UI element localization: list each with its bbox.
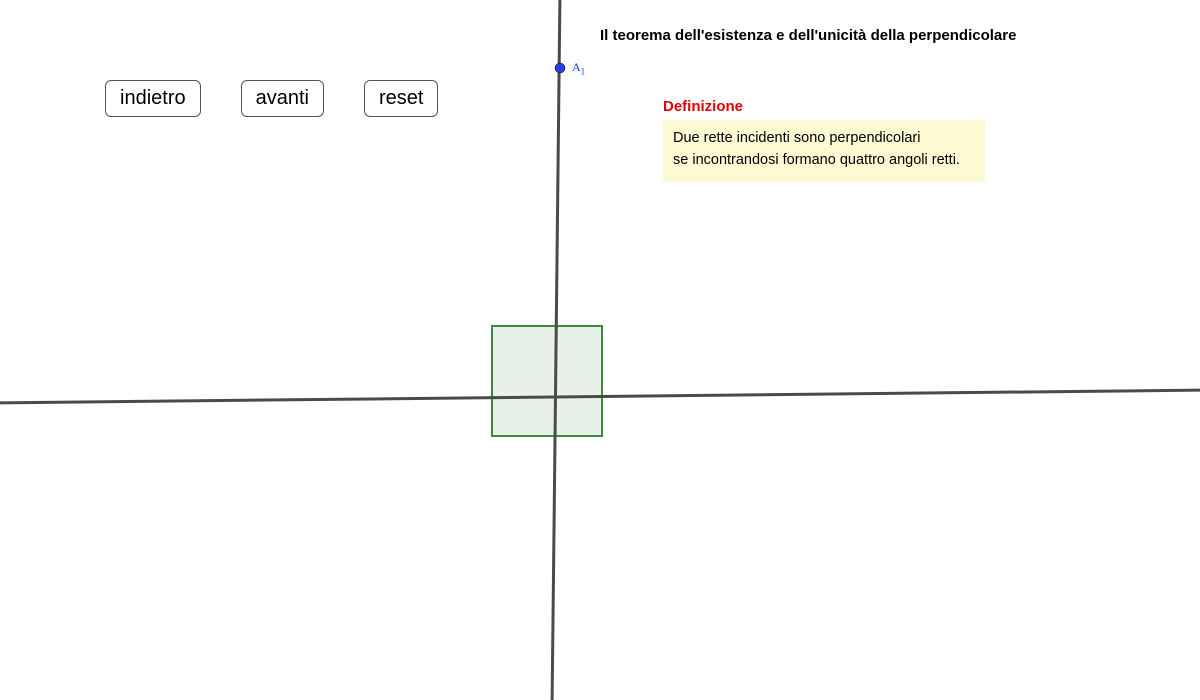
controls-toolbar: indietro avanti reset [105,80,438,117]
point-label-base: A [572,60,581,74]
right-angle-square [492,326,602,436]
back-button[interactable]: indietro [105,80,201,117]
definition-heading: Definizione [663,98,743,115]
definition-line-1: Due rette incidenti sono perpendicolari [673,128,975,150]
forward-button[interactable]: avanti [241,80,324,117]
reset-button[interactable]: reset [364,80,438,117]
page-title: Il teorema dell'esistenza e dell'unicità… [600,27,1016,44]
point-a1-label: A1 [572,60,585,76]
definition-line-2: se incontrandosi formano quattro angoli … [673,150,975,172]
point-label-sub: 1 [581,66,586,76]
point-a1[interactable] [555,63,565,73]
definition-box: Due rette incidenti sono perpendicolari … [663,120,985,182]
